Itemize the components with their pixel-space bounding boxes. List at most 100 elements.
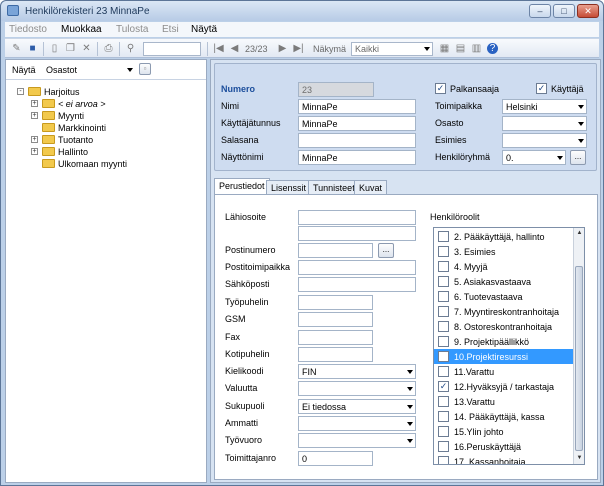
role-checkbox[interactable]	[438, 321, 449, 332]
gsm-field[interactable]	[298, 312, 373, 327]
henkiloryhma-select[interactable]: 0.	[502, 150, 566, 165]
role-item[interactable]: 3. Esimies	[434, 244, 574, 259]
role-item[interactable]: 13.Varattu	[434, 394, 574, 409]
role-checkbox[interactable]	[438, 246, 449, 257]
menu-tulosta[interactable]: Tulosta	[116, 24, 148, 35]
tyovuoro-select[interactable]	[298, 433, 416, 448]
show-select[interactable]: Osastot	[42, 62, 136, 77]
last-record-icon[interactable]: ▶|	[293, 43, 304, 54]
role-checkbox[interactable]	[438, 291, 449, 302]
scroll-up-icon[interactable]: ▲	[575, 229, 584, 238]
kayttajatunnus-field[interactable]: MinnaPe	[298, 116, 416, 131]
tyopuhelin-field[interactable]	[298, 295, 373, 310]
tree-item-myynti[interactable]: Myynti	[58, 111, 84, 121]
valuutta-select[interactable]	[298, 381, 416, 396]
edit-icon[interactable]: ✎	[11, 43, 22, 54]
menu-muokkaa[interactable]: Muokkaa	[61, 24, 102, 35]
role-item[interactable]: 10.Projektiresurssi	[434, 349, 574, 364]
role-item[interactable]: 4. Myyjä	[434, 259, 574, 274]
lahiosoite-field-2[interactable]	[298, 226, 416, 241]
role-item[interactable]: 9. Projektipäällikkö	[434, 334, 574, 349]
esimies-select[interactable]	[502, 133, 587, 148]
scroll-thumb[interactable]	[575, 266, 583, 451]
save-icon[interactable]: ■	[27, 43, 38, 54]
postinumero-field[interactable]	[298, 243, 373, 258]
print-icon[interactable]: ⎙	[103, 43, 114, 54]
role-checkbox[interactable]	[438, 456, 449, 464]
new-document-icon[interactable]: ▯	[49, 43, 60, 54]
role-checkbox[interactable]	[438, 261, 449, 272]
role-checkbox[interactable]	[438, 396, 449, 407]
role-item[interactable]: 5. Asiakasvastaava	[434, 274, 574, 289]
salasana-field[interactable]	[298, 133, 416, 148]
role-checkbox[interactable]	[438, 306, 449, 317]
title-bar[interactable]: Henkilörekisteri 23 MinnaPe – □ ✕	[1, 1, 603, 21]
tree-item-ei-arvoa[interactable]: < ei arvoa >	[58, 99, 106, 109]
collapse-icon[interactable]: -	[17, 88, 24, 95]
role-item[interactable]: 11.Varattu	[434, 364, 574, 379]
expand-icon[interactable]: +	[31, 100, 38, 107]
tab-perustiedot[interactable]: Perustiedot	[214, 178, 270, 195]
postinumero-browse-button[interactable]: ...	[378, 243, 394, 258]
role-checkbox[interactable]	[438, 276, 449, 287]
ammatti-select[interactable]	[298, 416, 416, 431]
kotipuhelin-field[interactable]	[298, 347, 373, 362]
tree-item-tuotanto[interactable]: Tuotanto	[58, 135, 93, 145]
scroll-down-icon[interactable]: ▼	[575, 454, 584, 463]
role-checkbox[interactable]	[438, 411, 449, 422]
delete-icon[interactable]: ✕	[81, 43, 92, 54]
postitoimipaikka-field[interactable]	[298, 260, 416, 275]
fax-field[interactable]	[298, 330, 373, 345]
role-item[interactable]: 17. Kassanhoitaja	[434, 454, 574, 464]
role-checkbox[interactable]	[438, 351, 449, 362]
nayttonimi-field[interactable]: MinnaPe	[298, 150, 416, 165]
role-item[interactable]: 7. Myyntireskontranhoitaja	[434, 304, 574, 319]
palkansaaja-checkbox[interactable]: ✓	[435, 83, 446, 94]
osasto-select[interactable]	[502, 116, 587, 131]
help-icon[interactable]: ?	[487, 43, 498, 54]
menu-tiedosto[interactable]: Tiedosto	[9, 24, 47, 35]
copy-icon[interactable]: ❐	[65, 43, 76, 54]
tab-lisenssit[interactable]: Lisenssit	[266, 180, 312, 195]
minimize-button[interactable]: –	[529, 4, 551, 18]
maximize-button[interactable]: □	[553, 4, 575, 18]
sukupuoli-select[interactable]: Ei tiedossa	[298, 399, 416, 414]
role-checkbox[interactable]	[438, 366, 449, 377]
kielikoodi-select[interactable]: FIN	[298, 364, 416, 379]
tab-kuvat[interactable]: Kuvat	[354, 180, 388, 195]
roles-scrollbar[interactable]: ▲ ▼	[573, 228, 584, 464]
grid-settings-icon[interactable]: ▤	[455, 43, 466, 54]
filter-icon[interactable]: ▫	[139, 63, 151, 75]
role-item[interactable]: 14. Pääkäyttäjä, kassa	[434, 409, 574, 424]
role-item[interactable]: 8. Ostoreskontranhoitaja	[434, 319, 574, 334]
next-record-icon[interactable]: ▶	[277, 43, 288, 54]
tab-tunnisteet[interactable]: Tunnisteet	[308, 180, 360, 195]
tree-item-markkinointi[interactable]: Markkinointi	[58, 123, 106, 133]
role-item[interactable]: 6. Tuotevastaava	[434, 289, 574, 304]
lahiosoite-field[interactable]	[298, 210, 416, 225]
role-checkbox[interactable]	[438, 231, 449, 242]
tree-item-hallinto[interactable]: Hallinto	[58, 147, 88, 157]
first-record-icon[interactable]: |◀	[213, 43, 224, 54]
roles-checklist[interactable]: 2. Pääkäyttäjä, hallinto 3. Esimies 4. Myy…	[433, 227, 585, 465]
toimittajanro-field[interactable]: 0	[298, 451, 373, 466]
role-checkbox[interactable]	[438, 336, 449, 347]
tree-item-ulkomaan-myynti[interactable]: Ulkomaan myynti	[58, 159, 127, 169]
menu-etsi[interactable]: Etsi	[162, 24, 179, 35]
toimipaikka-select[interactable]: Helsinki	[502, 99, 587, 114]
view-select[interactable]: Kaikki	[351, 42, 433, 56]
expand-icon[interactable]: +	[31, 112, 38, 119]
sahkoposti-field[interactable]	[298, 277, 416, 292]
kayttaja-checkbox[interactable]: ✓	[536, 83, 547, 94]
role-item[interactable]: ✓ 12.Hyväksyjä / tarkastaja	[434, 379, 574, 394]
tree-item-harjoitus[interactable]: Harjoitus	[44, 87, 80, 97]
role-item[interactable]: 16.Peruskäyttäjä	[434, 439, 574, 454]
close-button[interactable]: ✕	[577, 4, 599, 18]
search-input[interactable]	[143, 42, 201, 56]
nimi-field[interactable]: MinnaPe	[298, 99, 416, 114]
role-item[interactable]: 15.Ylin johto	[434, 424, 574, 439]
options-icon[interactable]: ▥	[471, 43, 482, 54]
expand-icon[interactable]: +	[31, 148, 38, 155]
layout-icon[interactable]: ▦	[439, 43, 450, 54]
henkiloryhma-browse-button[interactable]: ...	[570, 150, 586, 165]
